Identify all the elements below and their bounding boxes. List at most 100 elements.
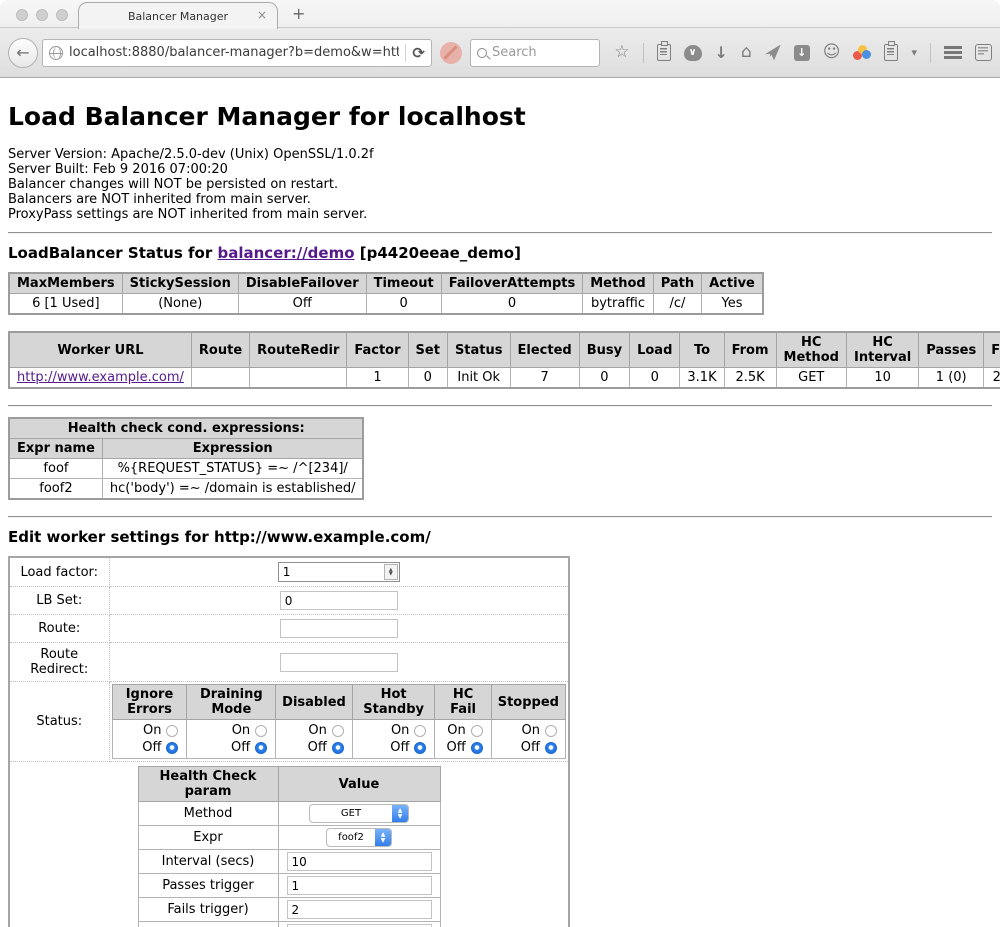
radio-off-selected[interactable] xyxy=(332,742,344,754)
load-factor-value[interactable]: 1 xyxy=(279,565,384,579)
status-heading-suffix: [p4420eeae_demo] xyxy=(355,244,521,262)
route-redirect-cell xyxy=(109,643,569,682)
cell-timeout: 0 xyxy=(366,294,441,315)
navigation-toolbar: ← localhost:8880/balancer-manager?b=demo… xyxy=(0,28,1000,78)
radio-off-selected[interactable] xyxy=(545,742,557,754)
bookmark-star-icon[interactable]: ☆ xyxy=(614,44,629,61)
column-header: Path xyxy=(653,273,701,294)
divider xyxy=(8,516,992,518)
method-selected-value: GET xyxy=(310,808,392,819)
radio-off-label[interactable]: Off xyxy=(308,739,327,756)
radio-on-label[interactable]: On xyxy=(232,722,250,739)
clipboard-menu-icon[interactable] xyxy=(884,44,898,61)
radio-on-label[interactable]: On xyxy=(522,722,540,739)
method-cell: GET ▲▼ xyxy=(278,802,440,826)
back-button[interactable]: ← xyxy=(8,38,38,68)
status-hot-standby: On Off xyxy=(352,720,435,759)
site-identity-globe-icon[interactable] xyxy=(49,46,63,60)
status-hc-fail: On Off xyxy=(435,720,491,759)
column-header: Route xyxy=(191,332,249,368)
route-input[interactable] xyxy=(280,619,398,638)
search-placeholder[interactable]: Search xyxy=(492,45,537,60)
close-window-button[interactable] xyxy=(16,9,28,21)
chevron-down-icon[interactable]: ▾ xyxy=(911,47,917,58)
radio-on-label[interactable]: On xyxy=(447,722,465,739)
radio-off-label[interactable]: Off xyxy=(231,739,250,756)
zoom-window-button[interactable] xyxy=(56,9,68,21)
bookmarks-clipboard-icon[interactable] xyxy=(657,44,671,61)
radio-on[interactable] xyxy=(471,725,483,737)
cell-status: Init Ok xyxy=(447,368,510,389)
radio-on[interactable] xyxy=(332,725,344,737)
radio-off-label[interactable]: Off xyxy=(390,739,409,756)
method-select[interactable]: GET ▲▼ xyxy=(309,804,409,823)
radio-off-selected[interactable] xyxy=(166,742,178,754)
table-header-row: Worker URL Route RouteRedir Factor Set S… xyxy=(9,332,1000,368)
passes-input[interactable] xyxy=(287,876,432,895)
column-header: Draining Mode xyxy=(187,685,276,720)
new-tab-button[interactable]: + xyxy=(292,4,305,23)
send-tab-icon[interactable] xyxy=(765,45,781,61)
worker-status-table: Worker URL Route RouteRedir Factor Set S… xyxy=(8,331,1000,389)
column-header: Worker URL xyxy=(9,332,191,368)
radio-on[interactable] xyxy=(414,725,426,737)
cell-busy: 0 xyxy=(579,368,629,389)
radio-off-selected[interactable] xyxy=(471,742,483,754)
downloads-icon[interactable]: ↓ xyxy=(715,45,728,61)
table-title-row: Health check cond. expressions: xyxy=(9,418,363,439)
radio-on-label[interactable]: On xyxy=(391,722,409,739)
expr-table-title: Health check cond. expressions: xyxy=(9,418,363,439)
lb-set-cell xyxy=(109,587,569,615)
close-tab-icon[interactable]: × xyxy=(257,8,267,22)
radio-off-selected[interactable] xyxy=(255,742,267,754)
radio-off-label[interactable]: Off xyxy=(142,739,161,756)
fails-label: Fails trigger) xyxy=(138,898,278,922)
load-factor-input[interactable]: 1 ▲▼ xyxy=(278,562,400,582)
radio-on[interactable] xyxy=(255,725,267,737)
divider xyxy=(8,405,992,407)
column-header: HC Fail xyxy=(435,685,491,720)
number-spinner-icon[interactable]: ▲▼ xyxy=(384,564,398,580)
radio-off-selected[interactable] xyxy=(414,742,426,754)
expr-select[interactable]: foof2 ▲▼ xyxy=(326,828,392,847)
tab-groups-icon[interactable] xyxy=(975,44,992,61)
radio-on[interactable] xyxy=(545,725,557,737)
balancer-status-table: MaxMembers StickySession DisableFailover… xyxy=(8,272,764,315)
content-blocker-icon[interactable] xyxy=(440,42,462,64)
radio-on-label[interactable]: On xyxy=(143,722,161,739)
column-header: Method xyxy=(583,273,653,294)
cell-elected: 7 xyxy=(510,368,579,389)
lb-set-input[interactable] xyxy=(280,591,398,610)
status-heading-prefix: LoadBalancer Status for xyxy=(8,244,217,262)
addon-colordots-icon[interactable] xyxy=(853,45,871,61)
table-row: 6 [1 Used] (None) Off 0 0 bytraffic /c/ … xyxy=(9,294,763,315)
balancer-demo-link[interactable]: balancer://demo xyxy=(217,244,354,262)
fails-input[interactable] xyxy=(287,900,432,919)
reload-icon[interactable]: ⟳ xyxy=(412,44,425,62)
route-redirect-input[interactable] xyxy=(280,653,398,672)
url-bar[interactable]: localhost:8880/balancer-manager?b=demo&w… xyxy=(42,39,432,67)
url-text[interactable]: localhost:8880/balancer-manager?b=demo&w… xyxy=(69,45,399,60)
radio-off-label[interactable]: Off xyxy=(521,739,540,756)
menu-hamburger-icon[interactable] xyxy=(944,46,962,59)
hc-row-fails: Fails trigger) xyxy=(138,898,440,922)
worker-url-link[interactable]: http://www.example.com/ xyxy=(17,370,184,385)
cell-path: /c/ xyxy=(653,294,701,315)
radio-on[interactable] xyxy=(166,725,178,737)
save-page-icon[interactable]: ↓ xyxy=(794,45,810,61)
radio-off-label[interactable]: Off xyxy=(447,739,466,756)
form-row-route-redirect: Route Redirect: xyxy=(9,643,569,682)
pocket-icon[interactable]: ∨ xyxy=(684,45,702,61)
radio-on-label[interactable]: On xyxy=(308,722,326,739)
home-icon[interactable]: ⌂ xyxy=(741,44,752,61)
minimize-window-button[interactable] xyxy=(36,9,48,21)
cell-method: bytraffic xyxy=(583,294,653,315)
tab-balancer-manager[interactable]: Balancer Manager × xyxy=(78,2,278,29)
column-header: Busy xyxy=(579,332,629,368)
interval-input[interactable] xyxy=(287,852,432,871)
search-icon xyxy=(477,48,487,58)
browser-window: Balancer Manager × + ← localhost:8880/ba… xyxy=(0,0,1000,927)
feedback-smiley-icon[interactable]: ☺ xyxy=(823,44,841,61)
column-header: Timeout xyxy=(366,273,441,294)
search-bar[interactable]: Search xyxy=(470,39,600,67)
